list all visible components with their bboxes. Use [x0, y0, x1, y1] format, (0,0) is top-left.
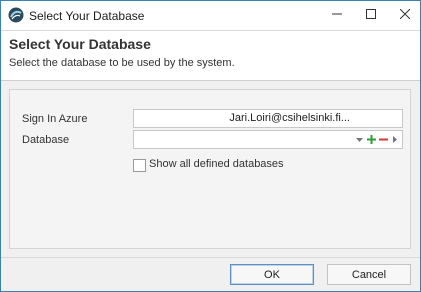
ok-button[interactable]: OK: [230, 264, 314, 285]
cancel-button[interactable]: Cancel: [327, 264, 411, 285]
chevron-right-icon[interactable]: [390, 132, 400, 147]
database-label: Database: [22, 134, 70, 146]
app-logo-icon: [8, 7, 24, 23]
dialog-footer: OK Cancel: [1, 257, 420, 291]
dialog-header: Select Your Database Select the database…: [1, 30, 420, 81]
maximize-icon: [366, 9, 376, 22]
sign-in-field[interactable]: Jari.Loiri@csihelsinki.fi...: [133, 109, 403, 128]
dialog-content: Sign In Azure Jari.Loiri@csihelsinki.fi.…: [1, 81, 420, 257]
minimize-icon: [332, 9, 342, 22]
sign-in-label: Sign In Azure: [22, 113, 88, 125]
minus-icon[interactable]: [378, 132, 388, 147]
form-panel: Sign In Azure Jari.Loiri@csihelsinki.fi.…: [9, 89, 411, 249]
show-all-checkbox[interactable]: [133, 159, 146, 172]
dialog-window: Select Your Database Select Your Databas…: [0, 0, 421, 292]
plus-icon[interactable]: [366, 132, 376, 147]
close-icon: [399, 8, 411, 22]
show-all-label: Show all defined databases: [149, 158, 284, 170]
sign-in-value: Jari.Loiri@csihelsinki.fi...: [229, 112, 350, 124]
close-button[interactable]: [388, 1, 421, 30]
page-subtitle: Select the database to be used by the sy…: [9, 57, 235, 69]
maximize-button[interactable]: [354, 1, 388, 30]
page-title: Select Your Database: [9, 36, 151, 52]
database-lookup-buttons: [354, 132, 400, 147]
title-bar: Select Your Database: [1, 1, 420, 30]
database-lookup[interactable]: [133, 130, 403, 149]
window-title: Select Your Database: [29, 9, 145, 23]
chevron-down-icon[interactable]: [354, 132, 364, 147]
minimize-button[interactable]: [320, 1, 354, 30]
